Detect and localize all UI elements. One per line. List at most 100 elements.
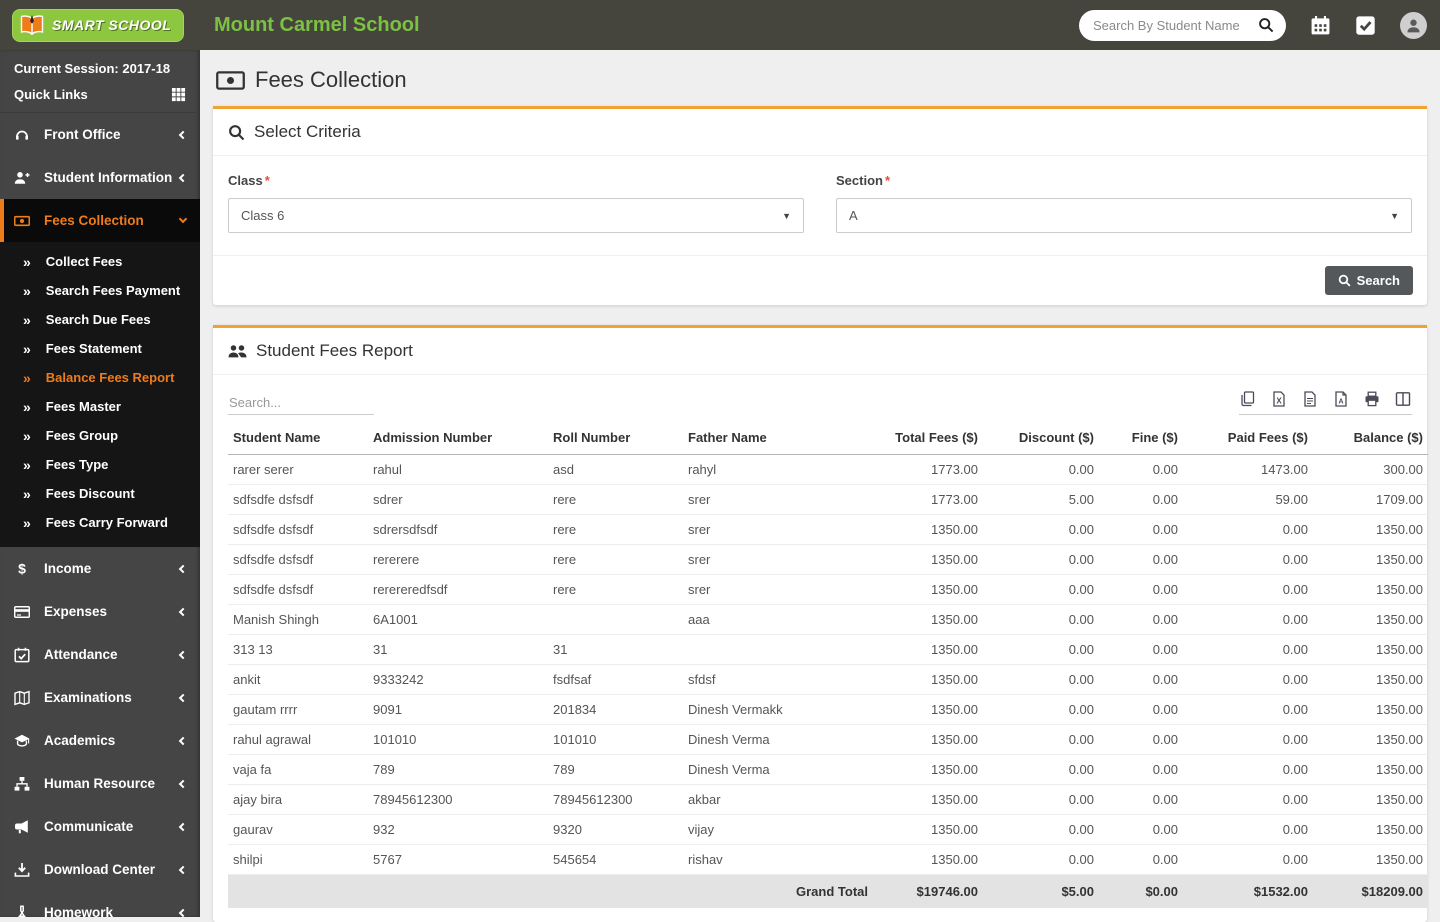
cell-student-name: gaurav xyxy=(228,815,368,845)
sidebar-item-front-office[interactable]: Front Office xyxy=(0,113,200,156)
cell-total-fees: 1350.00 xyxy=(873,545,983,575)
cell-balance: 1350.00 xyxy=(1313,725,1428,755)
sidebar-subitem-balance-fees-report[interactable]: »Balance Fees Report xyxy=(0,363,200,392)
sidebar-item-homework[interactable]: Homework xyxy=(0,891,200,917)
cell-student-name: 313 13 xyxy=(228,635,368,665)
column-header-admission-number[interactable]: Admission Number xyxy=(368,421,548,455)
cell-admission-number: 9091 xyxy=(368,695,548,725)
cell-fine: 0.00 xyxy=(1099,755,1183,785)
cell-fine: 0.00 xyxy=(1099,815,1183,845)
table-row: gautam rrrr9091201834Dinesh Vermakk1350.… xyxy=(228,695,1428,725)
copy-icon[interactable] xyxy=(1240,391,1256,407)
cell-discount: 0.00 xyxy=(983,665,1099,695)
sidebar-item-fees-collection[interactable]: Fees Collection xyxy=(0,199,200,242)
cell-discount: 0.00 xyxy=(983,755,1099,785)
calendar-icon[interactable] xyxy=(1310,15,1331,36)
grand-total-total-fees: $19746.00 xyxy=(873,875,983,909)
cell-admission-number: 5767 xyxy=(368,845,548,875)
print-icon[interactable] xyxy=(1364,391,1380,407)
table-toolbar: XA xyxy=(213,375,1427,417)
sidebar-subitem-fees-discount[interactable]: »Fees Discount xyxy=(0,479,200,508)
cell-fine: 0.00 xyxy=(1099,845,1183,875)
user-avatar[interactable] xyxy=(1400,12,1427,39)
sidebar-item-attendance[interactable]: Attendance xyxy=(0,633,200,676)
pdf-icon[interactable]: A xyxy=(1333,391,1349,407)
cell-balance: 1350.00 xyxy=(1313,755,1428,785)
cell-total-fees: 1350.00 xyxy=(873,635,983,665)
column-header-balance[interactable]: Balance ($) xyxy=(1313,421,1428,455)
table-row: sdfsdfe dsfsdfrerererereresrer1350.000.0… xyxy=(228,545,1428,575)
columns-icon[interactable] xyxy=(1395,391,1411,407)
cell-balance: 1350.00 xyxy=(1313,665,1428,695)
sidebar-item-expenses[interactable]: Expenses xyxy=(0,590,200,633)
search-icon[interactable] xyxy=(1258,17,1274,33)
column-header-total-fees[interactable]: Total Fees ($) xyxy=(873,421,983,455)
column-header-paid-fees[interactable]: Paid Fees ($) xyxy=(1183,421,1313,455)
bullhorn-icon xyxy=(14,819,33,835)
quick-links-grid-icon[interactable] xyxy=(171,87,186,102)
chevron-left-icon xyxy=(179,822,187,830)
page-title: Fees Collection xyxy=(213,50,1427,106)
double-angle-icon: » xyxy=(23,458,31,472)
cell-discount: 0.00 xyxy=(983,695,1099,725)
sidebar-subitem-collect-fees[interactable]: »Collect Fees xyxy=(0,247,200,276)
sidebar-item-student-information[interactable]: Student Information xyxy=(0,156,200,199)
cell-total-fees: 1350.00 xyxy=(873,515,983,545)
sidebar-item-label: Homework xyxy=(44,905,113,917)
sidebar-item-examinations[interactable]: Examinations xyxy=(0,676,200,719)
search-icon xyxy=(228,124,245,141)
sidebar-subitem-search-due-fees[interactable]: »Search Due Fees xyxy=(0,305,200,334)
table-row: sdfsdfe dsfsdfsdrersdfsdfreresrer1350.00… xyxy=(228,515,1428,545)
check-square-icon[interactable] xyxy=(1355,15,1376,36)
student-search-box[interactable] xyxy=(1079,10,1286,41)
cell-fine: 0.00 xyxy=(1099,665,1183,695)
chevron-left-icon xyxy=(179,779,187,787)
sidebar-item-income[interactable]: $Income xyxy=(0,547,200,590)
search-button[interactable]: Search xyxy=(1325,266,1413,295)
sidebar-subitem-label: Fees Type xyxy=(46,457,109,472)
sidebar-subitem-fees-statement[interactable]: »Fees Statement xyxy=(0,334,200,363)
student-search-input[interactable] xyxy=(1091,17,1252,34)
app-logo[interactable]: SMART SCHOOL xyxy=(0,0,200,50)
chevron-down-icon xyxy=(179,215,187,223)
column-header-student-name[interactable]: Student Name xyxy=(228,421,368,455)
cell-father-name: aaa xyxy=(683,605,873,635)
table-row: gaurav9329320vijay1350.000.000.000.00135… xyxy=(228,815,1428,845)
cell-balance: 1350.00 xyxy=(1313,605,1428,635)
section-label: Section* xyxy=(836,173,890,188)
sidebar-item-human-resource[interactable]: Human Resource xyxy=(0,762,200,805)
sidebar-subitem-fees-type[interactable]: » Fees Type xyxy=(0,450,200,479)
cell-discount: 0.00 xyxy=(983,605,1099,635)
excel-icon[interactable]: X xyxy=(1271,391,1287,407)
column-header-roll-number[interactable]: Roll Number xyxy=(548,421,683,455)
sidebar-subitem-fees-master[interactable]: »Fees Master xyxy=(0,392,200,421)
class-select[interactable]: Class 6 ▼ xyxy=(228,198,804,233)
cell-balance: 1350.00 xyxy=(1313,545,1428,575)
quick-links-label: Quick Links xyxy=(14,87,88,102)
cell-total-fees: 1773.00 xyxy=(873,485,983,515)
section-select[interactable]: A ▼ xyxy=(836,198,1412,233)
sidebar-item-academics[interactable]: Academics xyxy=(0,719,200,762)
csv-icon[interactable] xyxy=(1302,391,1318,407)
graduation-cap-icon xyxy=(14,733,33,749)
sidebar-subitem-search-fees-payment[interactable]: »Search Fees Payment xyxy=(0,276,200,305)
sidebar-item-download-center[interactable]: Download Center xyxy=(0,848,200,891)
column-header-discount[interactable]: Discount ($) xyxy=(983,421,1099,455)
table-row: 313 1331311350.000.000.000.001350.00 xyxy=(228,635,1428,665)
column-header-fine[interactable]: Fine ($) xyxy=(1099,421,1183,455)
cell-roll-number: 789 xyxy=(548,755,683,785)
table-row: sdfsdfe dsfsdfsdrerreresrer1773.005.000.… xyxy=(228,485,1428,515)
cell-balance: 1350.00 xyxy=(1313,785,1428,815)
cell-paid-fees: 59.00 xyxy=(1183,485,1313,515)
cell-fine: 0.00 xyxy=(1099,575,1183,605)
column-header-father-name[interactable]: Father Name xyxy=(683,421,873,455)
calendar-check-icon xyxy=(14,647,33,663)
table-search-input[interactable] xyxy=(228,391,374,415)
report-header: Student Fees Report xyxy=(213,328,1427,375)
sidebar-item-label: Examinations xyxy=(44,690,132,705)
sidebar-subitem-fees-group[interactable]: »Fees Group xyxy=(0,421,200,450)
cell-roll-number xyxy=(548,605,683,635)
sidebar-subitem-fees-carry-forward[interactable]: »Fees Carry Forward xyxy=(0,508,200,537)
sidebar-item-communicate[interactable]: Communicate xyxy=(0,805,200,848)
cell-father-name: sfdsf xyxy=(683,665,873,695)
